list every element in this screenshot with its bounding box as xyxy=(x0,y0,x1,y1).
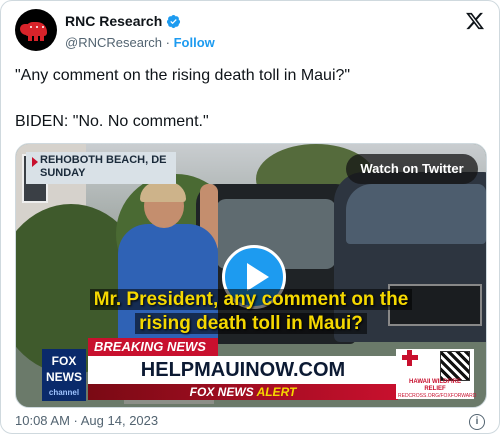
wildfire-relief-box: HAWAII WILDFIRE RELIEF REDCROSS.ORG/FOXF… xyxy=(396,349,477,399)
star-dot xyxy=(42,26,44,28)
account-name[interactable]: RNC Research xyxy=(65,13,162,29)
caption-line-1: Mr. President, any comment on the xyxy=(89,289,413,310)
video-caption: Mr. President, any comment on the rising… xyxy=(56,288,446,336)
alert-word: ALERT xyxy=(256,385,297,399)
logo-line-3: channel xyxy=(48,388,80,397)
qr-code-icon xyxy=(440,351,470,381)
caption-line-2: rising death toll in Maui? xyxy=(135,313,367,334)
tweet-text-line-2: BIDEN: "No. No comment." xyxy=(15,113,209,130)
red-cross-icon xyxy=(407,350,412,366)
logo-line-2: NEWS xyxy=(46,370,82,384)
x-logo-icon[interactable] xyxy=(465,11,485,31)
man-cap xyxy=(140,182,186,202)
fox-news-logo: FOX NEWS channel xyxy=(42,349,86,401)
watch-on-twitter-button[interactable]: Watch on Twitter xyxy=(346,154,478,184)
video-suv-windshield xyxy=(346,184,486,244)
location-line-1: REHOBOTH BEACH, DE xyxy=(40,154,167,166)
star-dot xyxy=(30,26,32,28)
breaking-news-tag: BREAKING NEWS xyxy=(88,338,218,356)
relief-title: HAWAII WILDFIRE RELIEF xyxy=(409,379,461,392)
tweet-card: RNC Research @RNCResearch · Follow "Any … xyxy=(0,0,500,434)
elephant-leg xyxy=(40,34,44,41)
location-chyron: REHOBOTH BEACH, DE SUNDAY xyxy=(26,152,176,184)
elephant-leg xyxy=(28,34,32,41)
tweet-text-line-1: "Any comment on the rising death toll in… xyxy=(15,67,351,84)
account-name-row: RNC Research xyxy=(65,13,181,29)
account-handle[interactable]: @RNCResearch xyxy=(65,35,162,50)
fox-news-alert-bar: FOX NEWS ALERT xyxy=(88,384,398,400)
follow-button[interactable]: Follow xyxy=(174,35,215,50)
lower-third-headline: HELPMAUINOW.COM xyxy=(88,356,398,384)
tweet-timestamp[interactable]: 10:08 AM · Aug 14, 2023 xyxy=(15,413,158,428)
handle-row: @RNCResearch · Follow xyxy=(65,35,215,50)
alert-brand: FOX NEWS xyxy=(189,385,254,399)
video-player[interactable]: REHOBOTH BEACH, DE SUNDAY Watch on Twitt… xyxy=(15,143,487,408)
verified-badge-icon xyxy=(167,14,181,28)
logo-line-1: FOX xyxy=(51,354,77,368)
info-icon[interactable]: i xyxy=(469,414,485,430)
elephant-leg xyxy=(34,34,38,41)
location-line-2: SUNDAY xyxy=(40,167,86,179)
gop-elephant-avatar[interactable] xyxy=(15,9,57,51)
location-marker-icon xyxy=(32,157,38,167)
location-text: REHOBOTH BEACH, DE SUNDAY xyxy=(40,154,167,180)
star-dot xyxy=(36,26,38,28)
relief-url: REDCROSS.ORG/FOXFORWARD xyxy=(398,393,477,399)
separator-dot: · xyxy=(165,35,170,50)
